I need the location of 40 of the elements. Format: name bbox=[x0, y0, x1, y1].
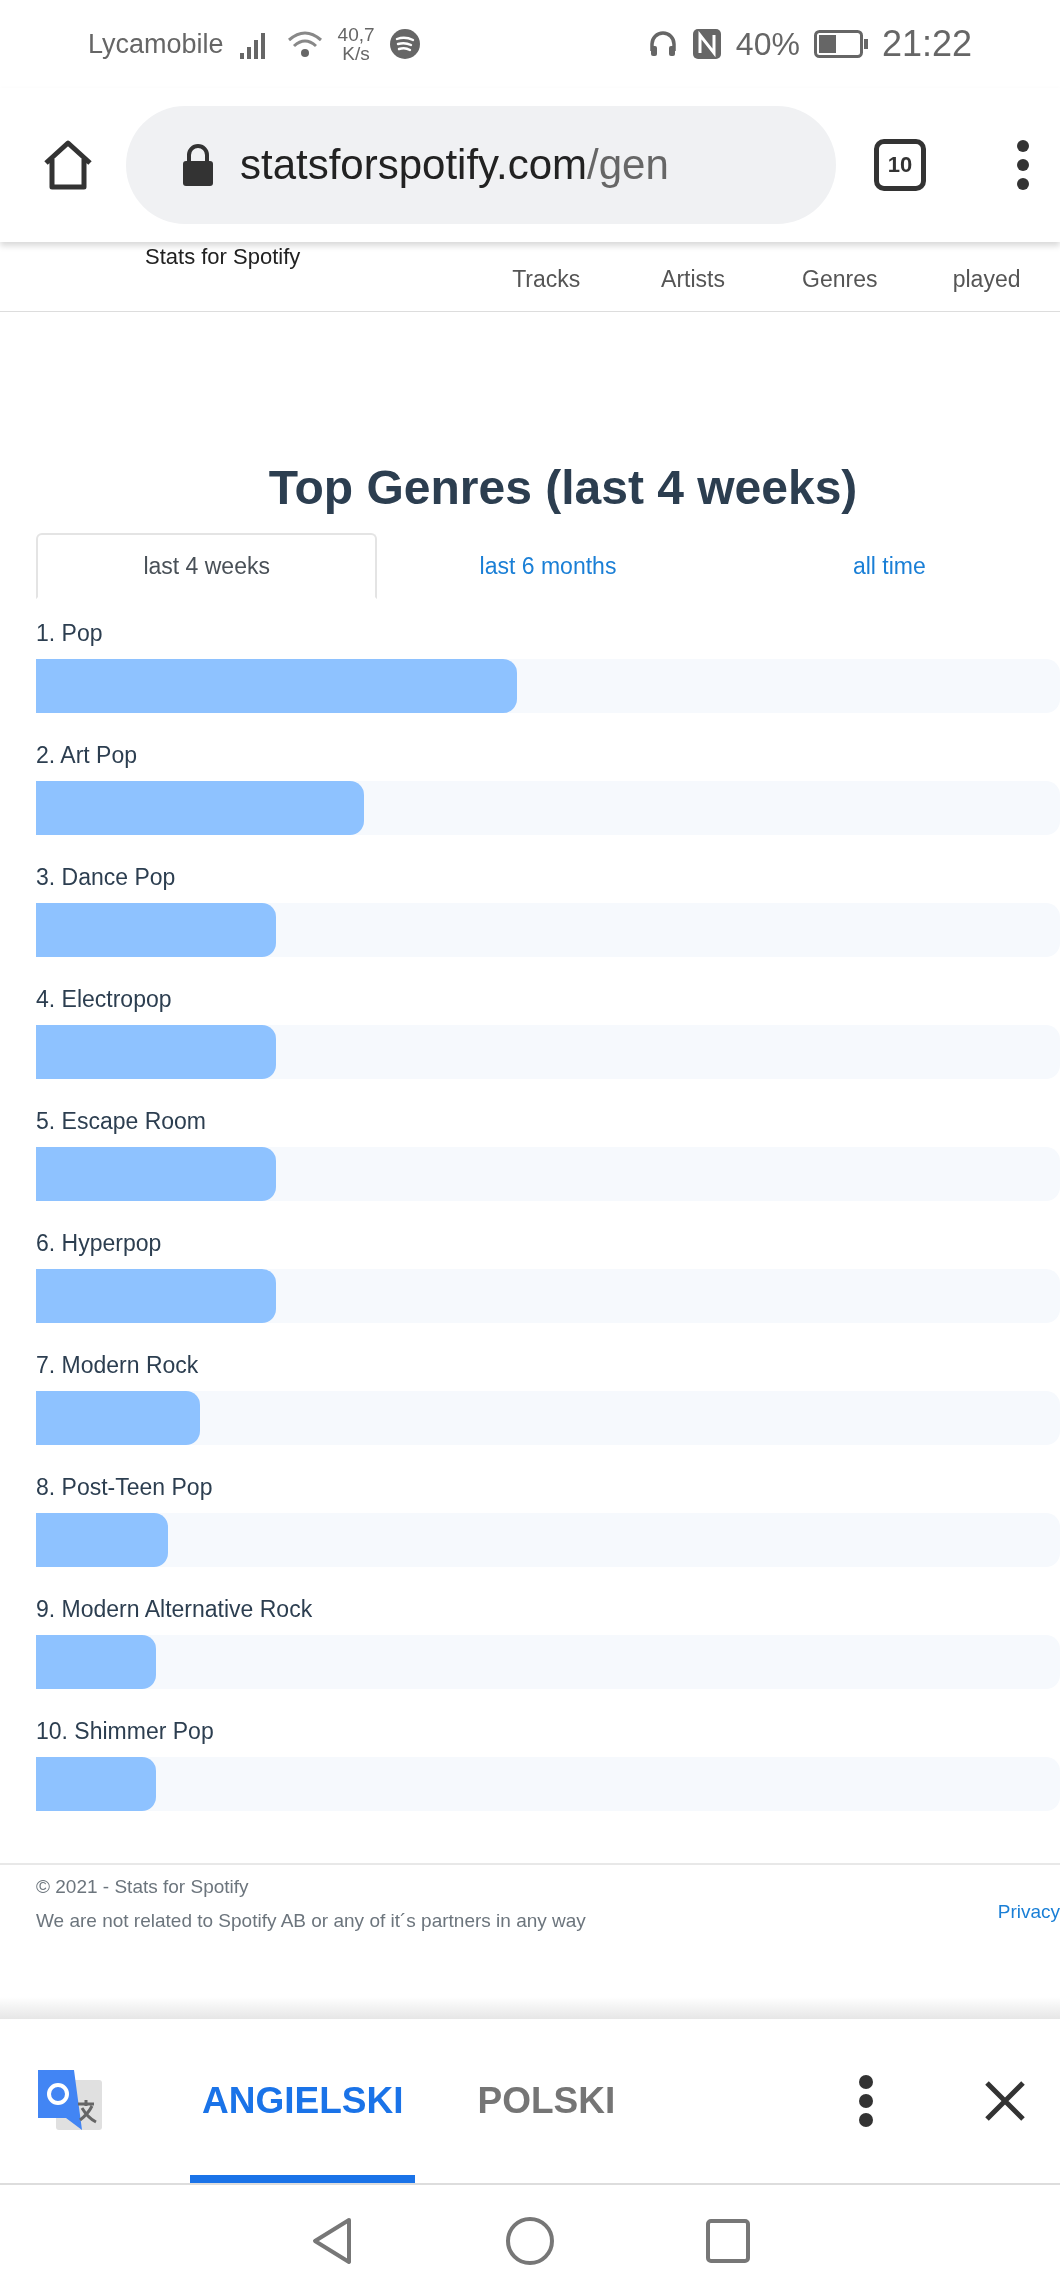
nav-link[interactable]: Artists bbox=[619, 266, 767, 293]
language-tab[interactable]: ANGIELSKI bbox=[190, 2019, 416, 2183]
wifi-icon bbox=[285, 28, 324, 60]
genre-label: 1. Pop bbox=[36, 619, 104, 647]
privacy-link[interactable]: Privacy bbox=[997, 1901, 1060, 1923]
genre-label: 3. Dance Pop bbox=[36, 863, 177, 891]
music-app-icon bbox=[388, 28, 421, 60]
close-icon[interactable] bbox=[984, 2080, 1026, 2122]
nav-link[interactable]: played bbox=[913, 266, 1060, 293]
battery-percent: 40% bbox=[735, 25, 800, 63]
headphones-icon bbox=[647, 29, 678, 59]
genre-label: 2. Art Pop bbox=[36, 741, 138, 769]
address-bar[interactable]: statsforspotify.com/gen bbox=[126, 106, 836, 224]
language-tab[interactable]: POLSKI bbox=[465, 2019, 628, 2183]
genre-label: 4. Electropop bbox=[36, 985, 173, 1013]
battery-icon bbox=[813, 30, 868, 58]
nfc-icon bbox=[691, 28, 722, 60]
genre-label: 9. Modern Alternative Rock bbox=[36, 1595, 314, 1623]
carrier-name: Lycamobile bbox=[88, 28, 224, 60]
genre-label: 10. Shimmer Pop bbox=[36, 1717, 215, 1745]
clock-time: 21:22 bbox=[881, 23, 972, 65]
page-title: Top Genres (last 4 weeks) bbox=[267, 460, 859, 515]
genre-label: 7. Modern Rock bbox=[36, 1351, 200, 1379]
lock-icon bbox=[182, 143, 214, 187]
site-brand[interactable]: Stats for Spotify bbox=[145, 242, 473, 270]
more-options-icon[interactable] bbox=[858, 2074, 874, 2128]
tab-switcher-button[interactable]: 10 bbox=[874, 139, 926, 191]
genre-label: 6. Hyperpop bbox=[36, 1229, 163, 1257]
menu-icon[interactable] bbox=[1016, 139, 1030, 191]
nav-link[interactable]: Tracks bbox=[472, 266, 620, 293]
url-text: statsforspotify.com/gen bbox=[240, 141, 669, 189]
speed-unit: K/s bbox=[342, 44, 370, 63]
period-tab[interactable]: last 4 weeks bbox=[36, 533, 378, 599]
copyright-text: © 2021 - Stats for Spotify bbox=[36, 1875, 250, 1899]
disclaimer-text: We are not related to Spotify AB or any of it´s partners in any way bbox=[36, 1909, 587, 1933]
genre-label: 5. Escape Room bbox=[36, 1107, 208, 1135]
genre-label: 8. Post-Teen Pop bbox=[36, 1473, 214, 1501]
recent-apps-button[interactable] bbox=[705, 2217, 751, 2264]
nav-link[interactable]: Genres bbox=[766, 266, 914, 293]
speed-value: 40,7 bbox=[337, 25, 375, 44]
